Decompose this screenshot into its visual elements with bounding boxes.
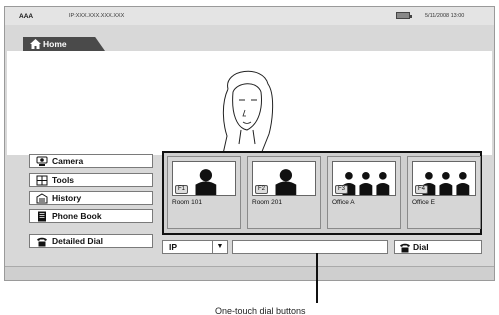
preview-image: F3 bbox=[332, 161, 396, 196]
one-touch-dial-button[interactable]: F4 Office E bbox=[407, 156, 481, 229]
preview-image: F1 bbox=[172, 161, 236, 196]
menu-button-camera[interactable]: Camera bbox=[29, 154, 153, 168]
date-time: 5/11/2008 13:00 bbox=[425, 13, 465, 19]
thumbnail-label: Room 101 bbox=[172, 199, 202, 206]
menu-label: Phone Book bbox=[52, 211, 102, 221]
function-key-badge: F3 bbox=[335, 185, 349, 194]
phone-icon bbox=[400, 243, 410, 253]
terminal-name: AAA bbox=[19, 13, 34, 20]
function-key-badge: F2 bbox=[255, 185, 269, 194]
ip-address: IP:XXX.XXX.XXX.XXX bbox=[69, 13, 125, 19]
preview-image: F4 bbox=[412, 161, 476, 196]
menu-label: Camera bbox=[52, 156, 84, 166]
history-icon bbox=[36, 193, 48, 204]
remote-person-figure bbox=[222, 70, 274, 154]
menu-button-history[interactable]: History bbox=[29, 191, 153, 205]
dial-bar: IP ▼ Dial bbox=[162, 240, 482, 254]
tab-home[interactable]: Home bbox=[23, 37, 105, 51]
one-touch-dial-panel: F1 Room 101 F2 Room 201 F3 Office A F4 Office E bbox=[162, 151, 482, 235]
dropdown-arrow-icon: ▼ bbox=[212, 241, 227, 253]
dial-button-label: Dial bbox=[413, 242, 429, 252]
menu-label: Tools bbox=[52, 175, 75, 185]
camera-icon bbox=[36, 156, 48, 166]
dial-button[interactable]: Dial bbox=[394, 240, 482, 254]
dial-number-input[interactable] bbox=[232, 240, 388, 254]
phone-icon bbox=[37, 237, 47, 247]
callout-caption: One-touch dial buttons bbox=[215, 306, 306, 315]
preview-image: F2 bbox=[252, 161, 316, 196]
status-bar: AAA IP:XXX.XXX.XXX.XXX 5/11/2008 13:00 bbox=[5, 7, 494, 25]
bottom-bar bbox=[5, 266, 494, 280]
function-key-badge: F4 bbox=[415, 185, 429, 194]
one-touch-dial-button[interactable]: F2 Room 201 bbox=[247, 156, 321, 229]
battery-icon bbox=[396, 12, 412, 19]
phone-book-icon bbox=[38, 211, 46, 222]
home-icon bbox=[30, 39, 41, 49]
thumbnail-label: Office E bbox=[412, 199, 436, 206]
function-key-badge: F1 bbox=[175, 185, 189, 194]
protocol-value: IP bbox=[169, 242, 178, 252]
tab-home-label: Home bbox=[43, 39, 67, 49]
menu-label: Detailed Dial bbox=[52, 236, 104, 246]
one-touch-dial-button[interactable]: F1 Room 101 bbox=[167, 156, 241, 229]
tools-icon bbox=[36, 175, 48, 186]
menu-button-tools[interactable]: Tools bbox=[29, 173, 153, 187]
callout-line bbox=[316, 253, 318, 303]
menu-button-detailed-dial[interactable]: Detailed Dial bbox=[29, 234, 153, 248]
menu-button-phone-book[interactable]: Phone Book bbox=[29, 209, 153, 223]
one-touch-dial-button[interactable]: F3 Office A bbox=[327, 156, 401, 229]
menu-label: History bbox=[52, 193, 82, 203]
protocol-select[interactable]: IP ▼ bbox=[162, 240, 228, 254]
thumbnail-label: Office A bbox=[332, 199, 355, 206]
screen-frame: AAA IP:XXX.XXX.XXX.XXX 5/11/2008 13:00 H… bbox=[4, 6, 495, 281]
thumbnail-label: Room 201 bbox=[252, 199, 282, 206]
